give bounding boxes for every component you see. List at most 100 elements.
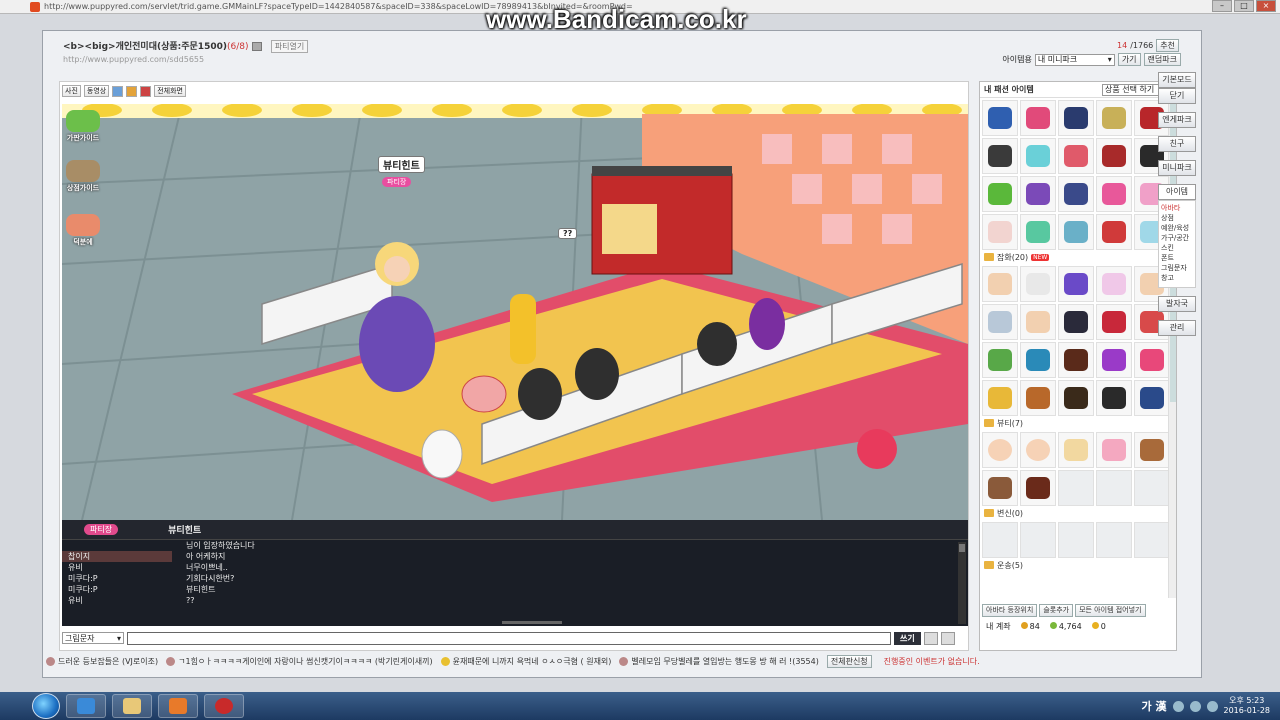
photo-button[interactable]: 사진 [62,85,81,97]
network-icon[interactable] [1189,700,1201,712]
shop-guide-icon[interactable]: 가판가이드 [64,110,102,143]
manage-button[interactable]: 관리 [1158,320,1196,336]
item-slot[interactable] [1096,176,1132,212]
item-slot[interactable] [1134,342,1170,378]
item-slot[interactable] [1020,380,1056,416]
chat-sender[interactable]: 미쿠다:P [62,573,172,584]
item-slot[interactable] [1020,100,1056,136]
category-emoticon[interactable]: 그림문자 [1161,263,1195,273]
footprint-button[interactable]: 발자국 [1158,296,1196,312]
minipark-select[interactable]: 내 미니파크 ▾ [1034,53,1115,66]
menu-friends[interactable]: 친구 [1158,136,1196,152]
menu-enge-park[interactable]: 엔게파크 [1158,112,1196,128]
volume-icon[interactable] [1206,700,1218,712]
fold-all-button[interactable]: 모든 아이템 접어넣기 [1075,604,1146,617]
item-slot[interactable] [1096,432,1132,468]
tray-clock[interactable]: 오후 5:23 2016-01-28 [1224,696,1271,716]
item-slot[interactable] [1020,432,1056,468]
item-slot[interactable] [982,100,1018,136]
save-icon[interactable] [112,85,124,97]
thanks-icon[interactable]: 덕분에 [64,214,102,247]
item-slot[interactable] [1058,342,1094,378]
ticker-item[interactable]: ㄱ1힘ㅇㅏㅋㅋㅋㅋ게이인에 자랑이나 썸신캣기이ㅋㅋㅋㅋ (박기린게이새끼) [166,656,433,667]
item-slot[interactable] [1134,380,1170,416]
item-slot[interactable] [1096,138,1132,174]
item-slot[interactable] [982,432,1018,468]
item-slot[interactable] [982,214,1018,250]
basic-mode-button[interactable]: 기본모드 [1158,72,1196,88]
item-slot[interactable] [1020,266,1056,302]
menu-items[interactable]: 아이템 [1158,184,1196,200]
section-transform[interactable]: 변신(0) [980,506,1176,520]
chat-scrollbar[interactable] [958,542,966,624]
go-button[interactable]: 가기 [1117,53,1141,66]
item-slot[interactable] [982,342,1018,378]
video-button[interactable]: 동영상 [83,85,110,97]
taskbar-bandicam[interactable] [204,694,244,718]
help-icon[interactable] [1172,700,1184,712]
board-request-button[interactable]: 전체판신청 [826,654,872,668]
item-slot[interactable] [982,138,1018,174]
chat-input[interactable] [127,631,891,645]
item-slot[interactable] [1020,138,1056,174]
minimize-icon[interactable]: – [1212,0,1232,12]
windows-start-icon[interactable] [32,693,60,719]
game-scene[interactable] [62,104,968,520]
item-slot[interactable] [1058,304,1094,340]
ticker-item[interactable]: 드러운 등보잡들은 (VJ로이조) [46,656,158,667]
item-slot[interactable] [1020,214,1056,250]
item-slot[interactable] [1096,100,1132,136]
tools-icon[interactable] [940,631,955,645]
item-slot[interactable] [1096,266,1132,302]
avatar-name-bubble[interactable]: 뷰티힌트 [378,156,425,173]
item-slot[interactable] [1058,380,1094,416]
random-park-button[interactable]: 랜덤파크 [1143,53,1181,66]
ime-indicator[interactable]: 가 漢 [1142,698,1167,714]
category-pet[interactable]: 예완/육성 [1161,223,1195,233]
fullscreen-button[interactable]: 전체화면 [154,85,186,97]
avatar-position-button[interactable]: 아바타 등장위치 [982,604,1038,617]
recommend-button[interactable]: 추천 [1156,39,1179,52]
menu-mini-park[interactable]: 미니파크 [1158,160,1196,176]
item-slot[interactable] [982,304,1018,340]
item-slot[interactable] [1020,304,1056,340]
item-slot[interactable] [1096,214,1132,250]
item-slot[interactable] [1020,470,1056,506]
category-font[interactable]: 폰트 [1161,253,1195,263]
item-slot[interactable] [1058,432,1094,468]
item-slot[interactable] [1020,342,1056,378]
item-slot[interactable] [1058,214,1094,250]
taskbar-ie[interactable] [66,694,106,718]
category-furniture[interactable]: 가구/공간 [1161,233,1195,243]
item-slot[interactable] [1058,138,1094,174]
item-slot[interactable] [1058,266,1094,302]
category-storage[interactable]: 창고 [1161,273,1195,283]
close-icon[interactable]: × [1256,0,1276,12]
chat-sender[interactable]: 미쿠다:P [62,584,172,595]
mail-icon[interactable] [126,85,138,97]
item-slot[interactable] [1020,176,1056,212]
chat-sender[interactable]: 유비 [62,562,172,573]
item-slot[interactable] [1058,176,1094,212]
section-beauty[interactable]: 뷰티(7) [980,416,1176,430]
party-open-button[interactable]: 파티열기 [270,40,309,53]
close-panel-button[interactable]: 닫기 [1158,88,1196,104]
store-guide-icon[interactable]: 상점가이드 [64,160,102,193]
category-shop[interactable]: 상점 [1161,213,1195,223]
settings-icon[interactable] [923,631,938,645]
ticker-item[interactable]: 벨레모임 무당벨레를 열입방는 행도몽 방 해 러 !(3554) [619,656,819,667]
maximize-icon[interactable]: □ [1234,0,1254,12]
add-slot-button[interactable]: 슬롯추가 [1039,604,1074,617]
item-slot[interactable] [982,266,1018,302]
taskbar-explorer[interactable] [112,694,152,718]
item-slot[interactable] [982,176,1018,212]
taskbar-media[interactable] [158,694,198,718]
item-slot[interactable] [982,380,1018,416]
item-slot[interactable] [1134,432,1170,468]
item-slot[interactable] [1058,100,1094,136]
send-button[interactable]: 쓰기 [894,631,921,645]
item-slot[interactable] [982,470,1018,506]
item-slot[interactable] [1096,342,1132,378]
chat-resize-handle[interactable] [502,621,562,624]
chat-sender[interactable]: 유비 [62,595,172,606]
